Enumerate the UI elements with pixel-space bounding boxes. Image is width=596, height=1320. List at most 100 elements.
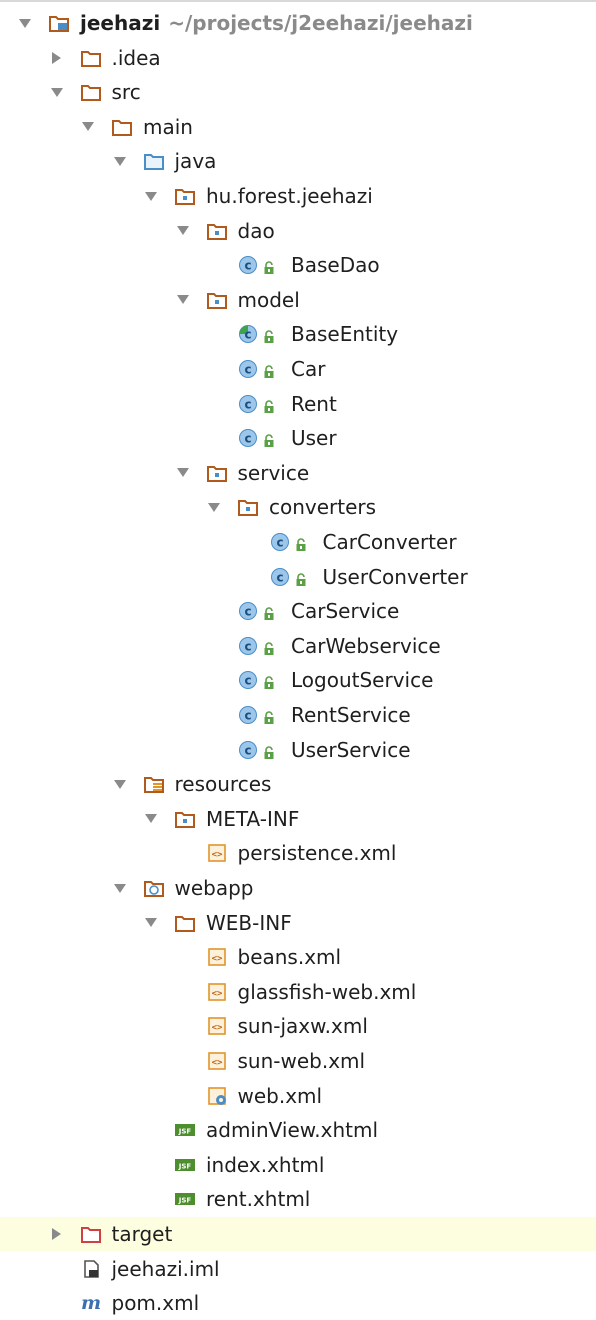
maven-file-icon: m: [80, 1293, 102, 1313]
svg-text:JSF: JSF: [178, 1162, 192, 1170]
class-icon: c: [237, 428, 259, 448]
expand-arrow-icon[interactable]: [207, 500, 221, 514]
tree-item-label: hu.forest.jeehazi: [206, 184, 373, 208]
tree-item-hu-forest-jeehazi[interactable]: hu.forest.jeehazi: [0, 179, 596, 213]
package-icon: [237, 497, 259, 517]
expand-arrow-icon[interactable]: [113, 154, 127, 168]
package-icon: [206, 221, 228, 241]
expand-arrow-icon[interactable]: [176, 293, 190, 307]
tree-item-userservice[interactable]: c UserService: [0, 733, 596, 767]
tree-item-rent-xhtml[interactable]: JSF rent.xhtml: [0, 1182, 596, 1216]
tree-item-label: BaseDao: [291, 253, 380, 278]
package-icon: [174, 186, 196, 206]
iml-file-icon: [80, 1259, 102, 1279]
tree-item-carconverter[interactable]: c CarConverter: [0, 525, 596, 559]
svg-text:JSF: JSF: [178, 1128, 192, 1136]
tree-item-beans-xml[interactable]: <> beans.xml: [0, 940, 596, 974]
tree-item-basedao[interactable]: c BaseDao: [0, 248, 596, 282]
svg-text:c: c: [244, 639, 251, 653]
tree-item-sun-web-xml[interactable]: <> sun-web.xml: [0, 1044, 596, 1078]
class-icon: c: [269, 532, 291, 552]
tree-item-label: web.xml: [237, 1083, 323, 1108]
tree-item-car[interactable]: c Car: [0, 352, 596, 386]
svg-text:c: c: [244, 397, 251, 411]
tree-item-label: sun-web.xml: [237, 1049, 366, 1073]
expand-arrow-icon[interactable]: [113, 881, 127, 895]
xml-file-icon: <>: [206, 947, 228, 967]
class-icon: c: [237, 705, 259, 725]
tree-item-label: WEB-INF: [206, 910, 292, 935]
source-folder-icon: [143, 151, 165, 171]
tree-item-label: BaseEntity: [291, 322, 399, 347]
expand-arrow-icon[interactable]: [50, 85, 64, 99]
xml-file-icon: <>: [206, 1051, 228, 1071]
tree-item-userconverter[interactable]: c UserConverter: [0, 560, 596, 594]
tree-item-label: dao: [237, 218, 275, 243]
tree-item-pom-xml[interactable]: m pom.xml: [0, 1286, 596, 1320]
tree-item-target[interactable]: target: [0, 1217, 596, 1251]
public-lock-icon: [295, 569, 307, 586]
tree-item-label: jeehazi.iml: [111, 1256, 220, 1281]
expand-arrow-icon[interactable]: [113, 777, 127, 791]
tree-item-label: target: [111, 1222, 173, 1246]
public-lock-icon: [295, 534, 307, 551]
tree-item-label: UserService: [291, 737, 411, 762]
tree-item-web-inf[interactable]: WEB-INF: [0, 906, 596, 940]
tree-item-adminview-xhtml[interactable]: JSF adminView.xhtml: [0, 1113, 596, 1147]
tree-item-index-xhtml[interactable]: JSF index.xhtml: [0, 1148, 596, 1182]
abstract-class-icon: c: [237, 324, 259, 344]
collapse-arrow-icon[interactable]: [50, 1227, 64, 1241]
expand-arrow-icon[interactable]: [144, 916, 158, 930]
svg-text:<>: <>: [211, 1058, 222, 1068]
expand-arrow-icon[interactable]: [176, 466, 190, 480]
tree-item-carservice[interactable]: c CarService: [0, 594, 596, 628]
public-lock-icon: [263, 361, 275, 378]
expand-arrow-icon[interactable]: [144, 189, 158, 203]
tree-item-main[interactable]: main: [0, 110, 596, 144]
tree-item-java[interactable]: java: [0, 144, 596, 178]
class-icon: c: [237, 394, 259, 414]
expand-arrow-icon[interactable]: [176, 224, 190, 238]
tree-item-glassfish-web-xml[interactable]: <> glassfish-web.xml: [0, 975, 596, 1009]
tree-item-persistence-xml[interactable]: <> persistence.xml: [0, 836, 596, 870]
tree-item-user[interactable]: c User: [0, 421, 596, 455]
tree-item-meta-inf[interactable]: META-INF: [0, 802, 596, 836]
collapse-arrow-icon[interactable]: [50, 51, 64, 65]
tree-item-label: Rent: [291, 391, 337, 416]
svg-text:m: m: [80, 1293, 100, 1313]
tree-item-label: src: [111, 80, 141, 105]
expand-arrow-icon[interactable]: [144, 812, 158, 826]
tree-item-service[interactable]: service: [0, 456, 596, 490]
tree-item-jeehazi[interactable]: jeehazi ~/projects/j2eehazi/jeehazi: [0, 6, 596, 40]
tree-item-webapp[interactable]: webapp: [0, 871, 596, 905]
svg-text:<>: <>: [211, 850, 222, 860]
tree-item-rentservice[interactable]: c RentService: [0, 698, 596, 732]
expand-arrow-icon[interactable]: [18, 16, 32, 30]
svg-text:<>: <>: [211, 954, 222, 964]
tree-item-web-xml[interactable]: web.xml: [0, 1079, 596, 1113]
svg-text:c: c: [244, 743, 251, 757]
tree-item-sun-jaxw-xml[interactable]: <> sun-jaxw.xml: [0, 1009, 596, 1043]
tree-item-jeehazi-iml[interactable]: jeehazi.iml: [0, 1252, 596, 1286]
expand-arrow-icon[interactable]: [81, 120, 95, 134]
tree-item-model[interactable]: model: [0, 283, 596, 317]
class-icon: c: [237, 740, 259, 760]
tree-item-src[interactable]: src: [0, 75, 596, 109]
class-icon: c: [269, 567, 291, 587]
tree-item-dao[interactable]: dao: [0, 214, 596, 248]
tree-item-idea[interactable]: .idea: [0, 41, 596, 75]
jsf-file-icon: JSF: [174, 1155, 196, 1175]
svg-text:c: c: [244, 259, 251, 273]
class-icon: c: [237, 670, 259, 690]
folder-icon: [174, 913, 196, 933]
svg-text:c: c: [244, 605, 251, 619]
tree-item-label: META-INF: [206, 806, 300, 831]
tree-item-baseentity[interactable]: c BaseEntity: [0, 317, 596, 351]
tree-item-logoutservice[interactable]: c LogoutService: [0, 663, 596, 697]
tree-item-carwebservice[interactable]: c CarWebservice: [0, 629, 596, 663]
tree-item-converters[interactable]: converters: [0, 490, 596, 524]
tree-item-label: CarWebservice: [291, 633, 441, 658]
tree-item-rent[interactable]: c Rent: [0, 387, 596, 421]
class-icon: c: [237, 255, 259, 275]
tree-item-resources[interactable]: resources: [0, 767, 596, 801]
